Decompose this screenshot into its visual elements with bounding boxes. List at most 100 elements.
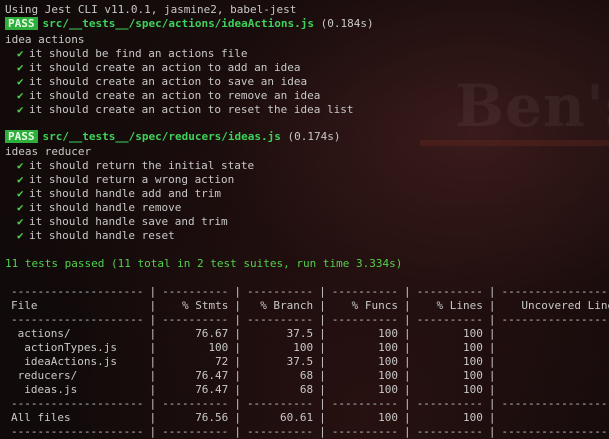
lines-cell: 100: [463, 369, 483, 382]
column-divider: |: [319, 411, 326, 424]
column-divider: |: [149, 369, 157, 382]
separator-cell: ------------------: [501, 397, 609, 410]
file-cell: actionTypes.js: [11, 341, 117, 354]
column-divider: |: [404, 411, 411, 424]
uncovered-cell: [496, 355, 609, 369]
table-separator: -------------------- | ---------- | ------…: [5, 313, 609, 327]
check-icon: ✔: [17, 159, 24, 172]
check-icon: ✔: [17, 187, 24, 200]
uncovered-cell: [496, 327, 609, 341]
stmts-cell: 76.47: [195, 369, 229, 382]
background-stripe: [420, 140, 609, 146]
branch-cell: 37.5: [286, 327, 314, 340]
branch-cell: 68: [299, 369, 314, 382]
check-icon: ✔: [17, 215, 24, 228]
jest-header: Using Jest CLI v11.0.1, jasmine2, babel-…: [5, 3, 297, 16]
suite-time: (0.184s): [320, 17, 374, 30]
column-divider: |: [149, 299, 157, 312]
column-divider: |: [234, 313, 241, 326]
separator-cell: --------------------: [11, 397, 144, 410]
funcs-cell: 100: [378, 341, 399, 354]
branch-cell: 100: [293, 341, 314, 354]
file-cell: actions/: [11, 327, 71, 340]
column-divider: |: [234, 285, 241, 298]
table-separator: -------------------- | ---------- | ------…: [5, 425, 609, 439]
separator-cell: ----------: [416, 425, 483, 438]
test-summary: 11 tests passed (11 total in 2 test suit…: [5, 257, 403, 270]
pass-badge: PASS: [5, 17, 38, 30]
funcs-cell: 100: [378, 411, 399, 424]
stmts-cell: 76.47: [195, 383, 229, 396]
column-divider: |: [404, 299, 411, 312]
column-divider: |: [404, 341, 411, 354]
column-divider: |: [488, 397, 496, 410]
stmts-cell: 72: [215, 355, 229, 368]
pass-badge: PASS: [5, 130, 38, 143]
column-divider: |: [319, 341, 326, 354]
separator-cell: ------------------: [501, 313, 609, 326]
column-header: % Funcs: [351, 299, 399, 312]
column-divider: |: [404, 355, 411, 368]
coverage-table: -------------------- | ---------- | ------…: [5, 285, 609, 439]
background-watermark: Ben's: [455, 72, 609, 140]
file-cell: reducers/: [11, 369, 78, 382]
column-divider: |: [488, 411, 496, 424]
table-total-row: All files| 76.56| 60.61| 100| 100| |: [5, 411, 609, 425]
test-name: it should return the initial state: [29, 159, 255, 172]
column-divider: |: [234, 299, 241, 312]
column-header: Uncovered Lines: [521, 299, 609, 312]
suite-path: src/__tests__/spec/actions/ideaActions.j…: [42, 17, 315, 30]
test-line: ✔ it should create an action to reset the…: [5, 103, 354, 117]
file-cell: ideas.js: [11, 383, 78, 396]
lines-cell: 100: [463, 341, 483, 354]
stmts-cell: 76.67: [195, 327, 229, 340]
column-divider: |: [149, 313, 157, 326]
lines-cell: 100: [463, 383, 483, 396]
test-name: it should create an action to add an ide…: [29, 61, 301, 74]
test-name: it should be find an actions file: [29, 47, 248, 60]
stmts-cell: 76.56: [195, 411, 229, 424]
table-row: actions/| 76.67| 37.5| 100| 100| |: [5, 327, 609, 341]
check-icon: ✔: [17, 75, 24, 88]
check-icon: ✔: [17, 229, 24, 242]
column-divider: |: [488, 355, 496, 368]
column-divider: |: [319, 355, 326, 368]
test-name: it should create an action to remove an …: [29, 89, 321, 102]
suite-1-header: PASS src/__tests__/spec/actions/ideaActio…: [5, 17, 374, 31]
column-divider: |: [234, 355, 241, 368]
check-icon: ✔: [17, 173, 24, 186]
branch-cell: 68: [299, 383, 314, 396]
table-separator: -------------------- | ---------- | ------…: [5, 397, 609, 411]
funcs-cell: 100: [378, 355, 399, 368]
column-divider: |: [319, 313, 326, 326]
separator-cell: ----------: [246, 285, 314, 298]
suite-path: src/__tests__/spec/reducers/ideas.js: [42, 130, 281, 143]
separator-cell: ----------: [162, 425, 229, 438]
suite-1-group: idea actions: [5, 33, 85, 46]
column-divider: |: [234, 425, 241, 438]
column-divider: |: [149, 355, 157, 368]
test-line: ✔ it should create an action to save an i…: [5, 75, 307, 89]
funcs-cell: 100: [378, 327, 399, 340]
test-line: ✔ it should handle reset: [5, 229, 175, 243]
terminal-window[interactable]: Ben's Using Jest CLI v11.0.1, jasmine2, …: [0, 0, 609, 439]
column-divider: |: [488, 425, 496, 438]
separator-cell: ----------: [331, 285, 399, 298]
column-divider: |: [319, 425, 326, 438]
separator-cell: ----------: [416, 285, 483, 298]
uncovered-cell: [496, 411, 609, 425]
suite-2-header: PASS src/__tests__/spec/reducers/ideas.js…: [5, 130, 341, 144]
column-header: % Lines: [436, 299, 483, 312]
column-divider: |: [488, 341, 496, 354]
separator-cell: ------------------: [501, 285, 609, 298]
column-divider: |: [404, 313, 411, 326]
column-divider: |: [319, 299, 326, 312]
column-divider: |: [234, 397, 241, 410]
column-divider: |: [488, 299, 496, 312]
column-divider: |: [149, 383, 157, 396]
separator-cell: ------------------: [501, 425, 609, 438]
column-divider: |: [319, 397, 326, 410]
separator-cell: --------------------: [11, 313, 144, 326]
column-divider: |: [149, 411, 157, 424]
uncovered-cell: [496, 341, 609, 355]
